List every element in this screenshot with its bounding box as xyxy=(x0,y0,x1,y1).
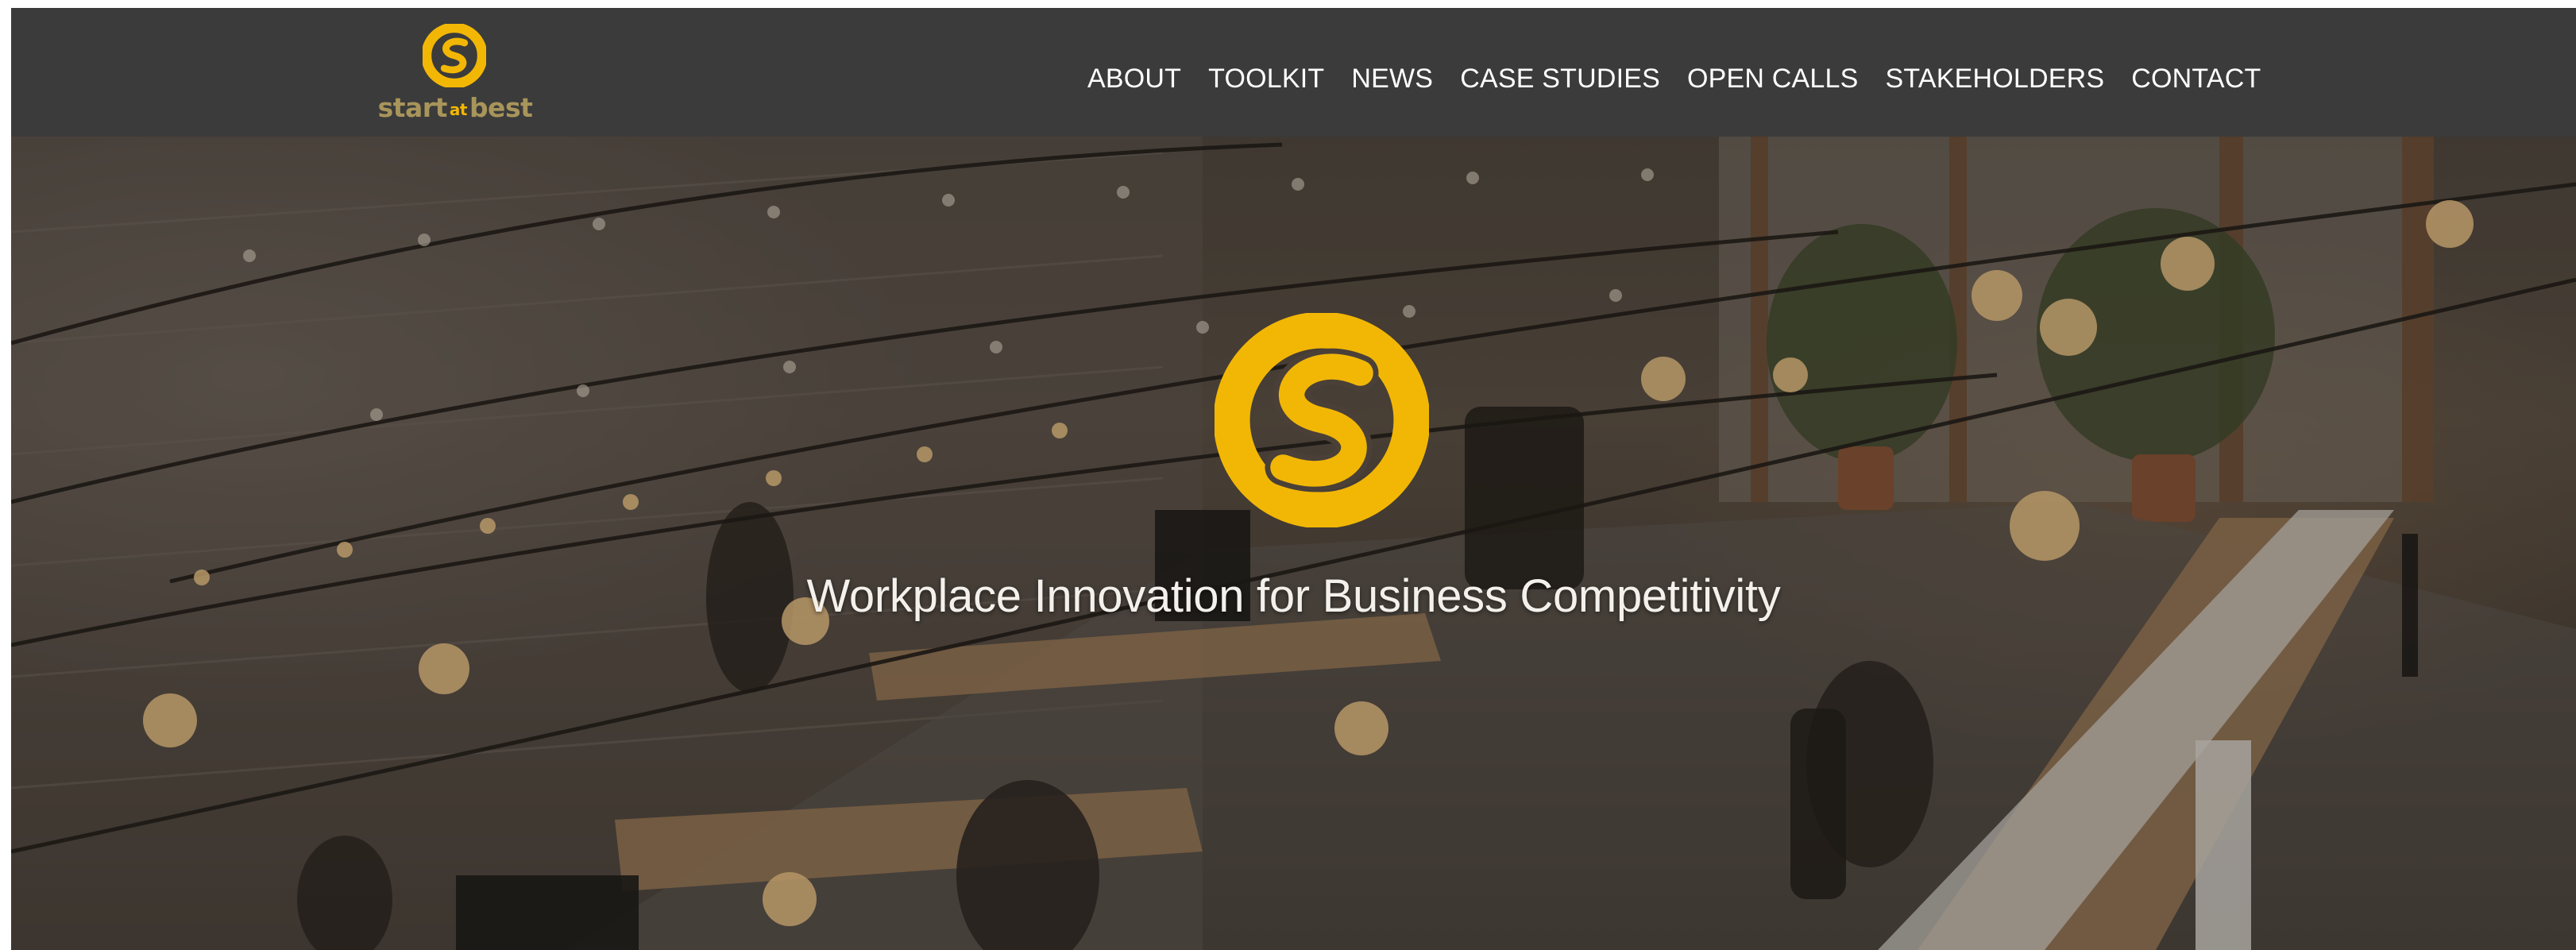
s-swirl-logo-icon xyxy=(1215,313,1429,527)
logo-wordmark-best: best xyxy=(469,92,533,123)
nav-stakeholders[interactable]: STAKEHOLDERS xyxy=(1886,64,2105,95)
top-navigation-bar: start atbest ABOUT TOOLKIT NEWS CASE STUD… xyxy=(11,8,2576,137)
nav-news[interactable]: NEWS xyxy=(1351,64,1433,95)
logo-wordmark-start: start xyxy=(377,92,448,123)
nav-open-calls[interactable]: OPEN CALLS xyxy=(1687,64,1859,95)
hero-tagline: Workplace Innovation for Business Compet… xyxy=(806,570,1781,622)
s-swirl-logo-icon xyxy=(423,24,486,87)
hero-dark-overlay xyxy=(11,137,2576,950)
hero-banner: Workplace Innovation for Business Compet… xyxy=(11,137,2576,950)
main-nav: ABOUT TOOLKIT NEWS CASE STUDIES OPEN CAL… xyxy=(1087,59,2261,98)
page-frame: start atbest ABOUT TOOLKIT NEWS CASE STUD… xyxy=(11,8,2576,950)
nav-about[interactable]: ABOUT xyxy=(1087,64,1181,95)
logo-wordmark: start atbest xyxy=(365,92,545,123)
nav-case-studies[interactable]: CASE STUDIES xyxy=(1460,64,1660,95)
nav-toolkit[interactable]: TOOLKIT xyxy=(1208,64,1324,95)
logo-wordmark-at: at xyxy=(449,99,468,119)
nav-contact[interactable]: CONTACT xyxy=(2131,64,2261,95)
site-logo-link[interactable]: start atbest xyxy=(354,22,553,126)
